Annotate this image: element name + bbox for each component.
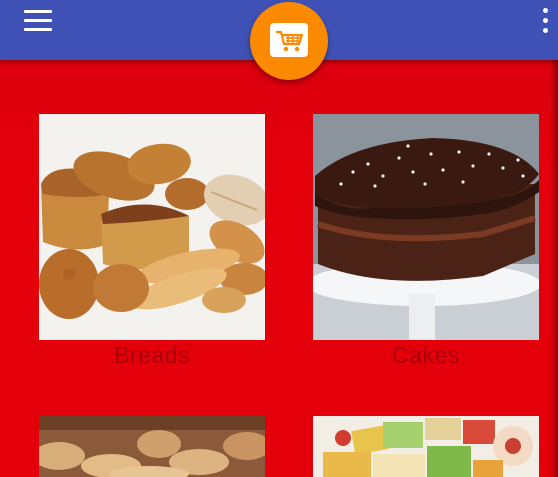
breads-photo xyxy=(39,114,265,340)
category-label: Cakes xyxy=(392,342,460,368)
shopping-cart-icon xyxy=(270,23,308,57)
category-label: Breads xyxy=(114,342,190,368)
cookies-photo xyxy=(39,416,265,477)
app-screen: Breads Cakes xyxy=(0,0,558,477)
sweets-photo xyxy=(313,416,539,477)
more-vertical-icon[interactable] xyxy=(540,8,550,36)
cakes-photo xyxy=(313,114,539,340)
hamburger-menu-icon[interactable] xyxy=(24,10,52,32)
edge-shadow xyxy=(550,60,558,477)
cart-button[interactable] xyxy=(250,2,328,80)
